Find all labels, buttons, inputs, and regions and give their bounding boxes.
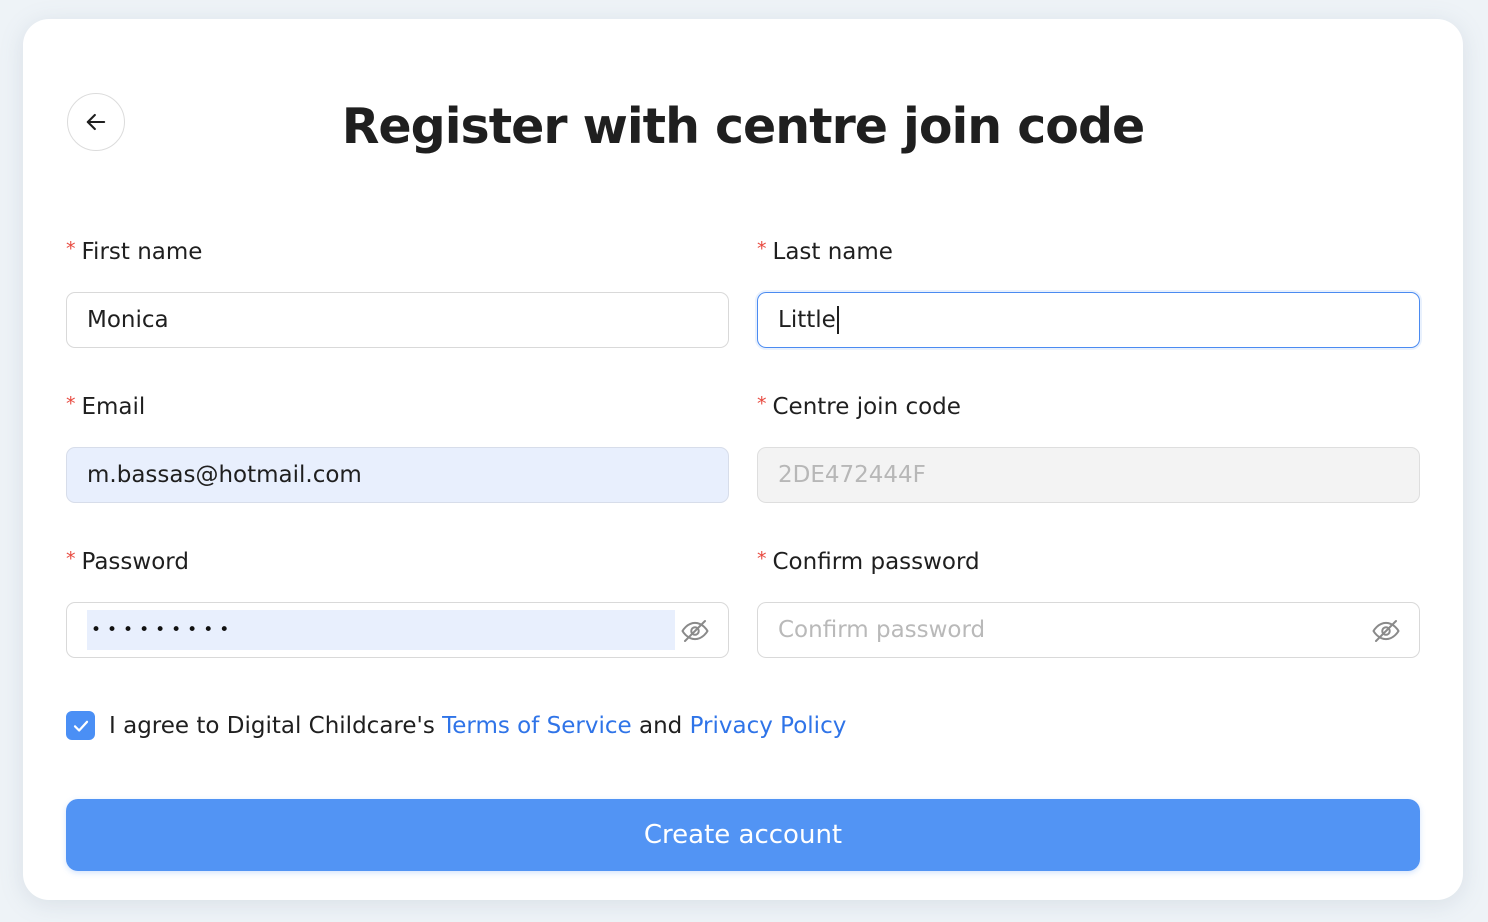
password-label: * Password [66, 548, 189, 575]
privacy-policy-link[interactable]: Privacy Policy [690, 713, 847, 739]
join-code-label: * Centre join code [757, 393, 961, 420]
eye-off-icon[interactable] [680, 616, 710, 646]
agreement-row: I agree to Digital Childcare's Terms of … [66, 711, 846, 740]
required-marker: * [757, 238, 767, 260]
first-name-label: * First name [66, 238, 203, 265]
password-masked-value: ••••••••• [87, 610, 675, 650]
terms-of-service-link[interactable]: Terms of Service [442, 713, 632, 739]
required-marker: * [66, 548, 76, 570]
required-marker: * [66, 393, 76, 415]
required-marker: * [757, 393, 767, 415]
email-label: * Email [66, 393, 146, 420]
first-name-input[interactable]: Monica [66, 292, 729, 348]
required-marker: * [66, 238, 76, 260]
text-cursor [836, 306, 839, 334]
join-code-field: * Centre join code 2DE472444F [757, 392, 1420, 503]
email-field: * Email m.bassas@hotmail.com [66, 392, 729, 503]
eye-off-icon[interactable] [1371, 616, 1401, 646]
agree-checkbox[interactable] [66, 711, 95, 740]
last-name-field: * Last name Little [757, 237, 1420, 348]
password-field: * Password ••••••••• [66, 547, 729, 658]
confirm-password-placeholder: Confirm password [778, 617, 986, 643]
page-title: Register with centre join code [341, 98, 1146, 155]
confirm-password-label: * Confirm password [757, 548, 980, 575]
checkmark-icon [73, 720, 88, 732]
email-input[interactable]: m.bassas@hotmail.com [66, 447, 729, 503]
registration-card: Register with centre join code * First na… [23, 19, 1463, 900]
confirm-password-field: * Confirm password Confirm password [757, 547, 1420, 658]
last-name-input[interactable]: Little [757, 292, 1420, 348]
last-name-label: * Last name [757, 238, 893, 265]
first-name-field: * First name Monica [66, 237, 729, 348]
confirm-password-input[interactable]: Confirm password [757, 602, 1420, 658]
create-account-button[interactable]: Create account [66, 799, 1420, 871]
join-code-input: 2DE472444F [757, 447, 1420, 503]
password-input[interactable]: ••••••••• [66, 602, 729, 658]
agreement-conjunction: and [638, 712, 683, 739]
agreement-text: I agree to Digital Childcare's [109, 712, 435, 739]
required-marker: * [757, 548, 767, 570]
